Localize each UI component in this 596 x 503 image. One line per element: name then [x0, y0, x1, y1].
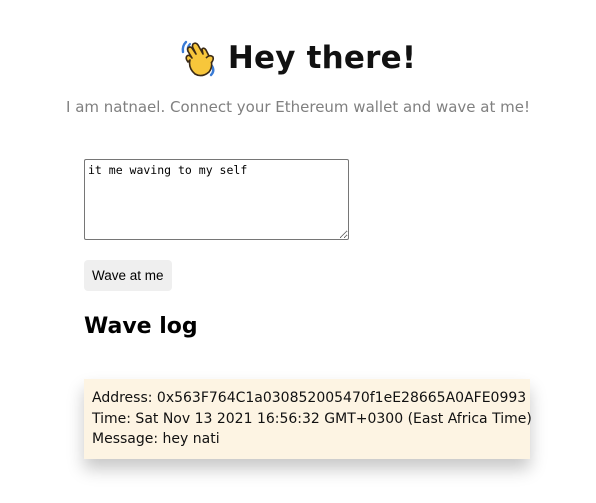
- message-input[interactable]: it me waving to my self: [84, 159, 349, 240]
- waving-hand-icon: [180, 38, 218, 78]
- page: Hey there! I am natnael. Connect your Et…: [0, 0, 596, 503]
- bio-text: I am natnael. Connect your Ethereum wall…: [66, 98, 530, 116]
- wave-log-heading: Wave log: [84, 314, 198, 339]
- page-title: Hey there!: [227, 40, 417, 76]
- wave-message: Message: hey nati: [92, 431, 220, 447]
- wave-time: Time: Sat Nov 13 2021 16:56:32 GMT+0300 …: [92, 410, 532, 427]
- wave-log-entry: Address: 0x563F764C1a030852005470f1eE286…: [84, 379, 532, 459]
- wave-address: Address: 0x563F764C1a030852005470f1eE286…: [92, 390, 527, 406]
- header: Hey there!: [0, 38, 596, 78]
- wave-button[interactable]: Wave at me: [84, 260, 172, 291]
